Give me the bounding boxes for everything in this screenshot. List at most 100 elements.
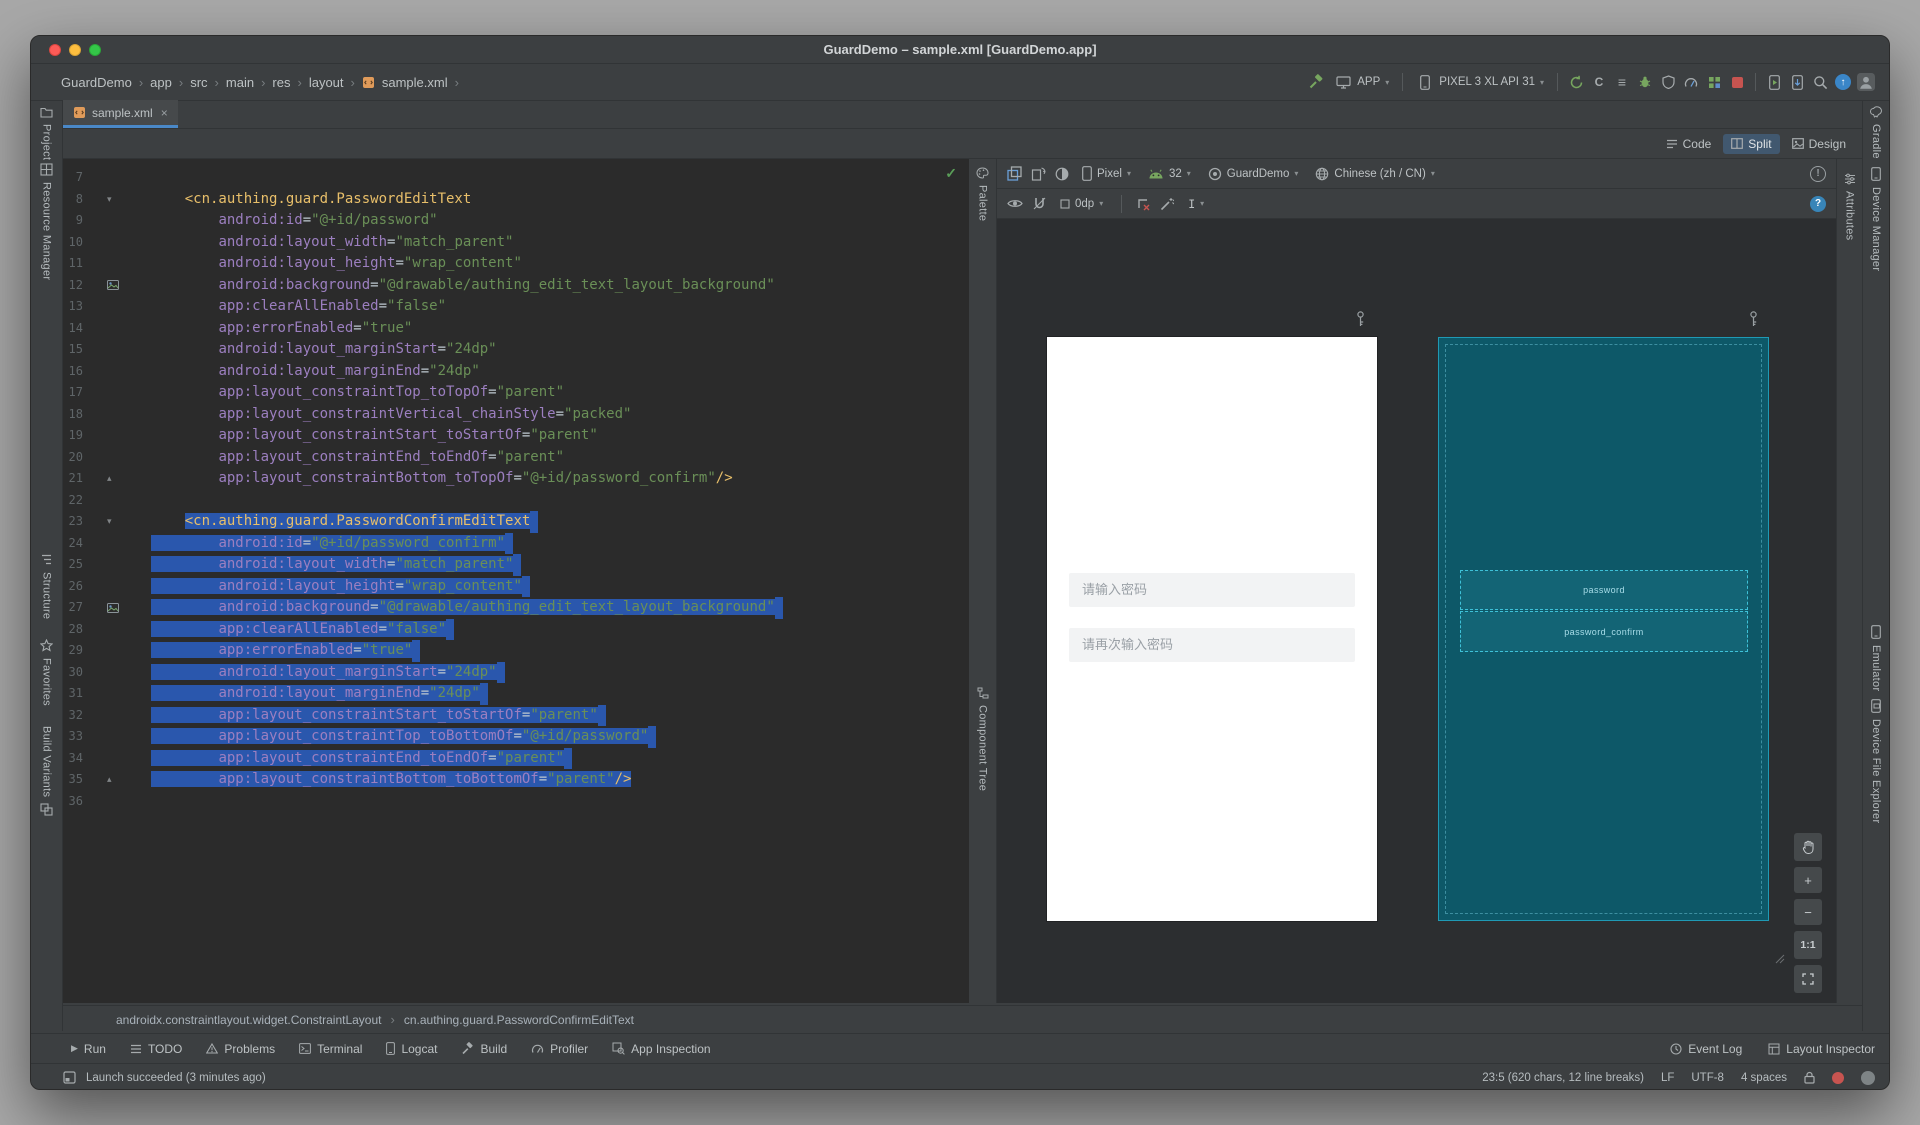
- line-separator[interactable]: LF: [1661, 1072, 1674, 1084]
- search-icon[interactable]: [1811, 71, 1829, 93]
- code-line[interactable]: 8 ▾ <cn.authing.guard.PasswordEditText: [63, 189, 969, 211]
- night-mode-icon[interactable]: [1055, 167, 1069, 181]
- code-line[interactable]: 10 android:layout_width="match_parent": [63, 232, 969, 254]
- code-line[interactable]: 35 ▴ app:layout_constraintBottom_toBottom…: [63, 769, 969, 791]
- close-tab-icon[interactable]: ×: [161, 106, 168, 120]
- tool-button-emulator[interactable]: Emulator: [1863, 625, 1889, 691]
- code-line[interactable]: 26 android:layout_height="wrap_content": [63, 575, 969, 597]
- code-line[interactable]: 27 android:background="@drawable/authing…: [63, 597, 969, 619]
- code-line[interactable]: 29 app:errorEnabled="true": [63, 640, 969, 662]
- text-tool-select[interactable]: I ▾: [1184, 195, 1208, 213]
- pan-hand-icon[interactable]: [1794, 833, 1822, 861]
- target-device-select[interactable]: PIXEL 3 XL API 31 ▾: [1412, 69, 1548, 95]
- bug-icon[interactable]: [1636, 71, 1654, 93]
- lock-icon[interactable]: [1804, 1071, 1815, 1084]
- attach-debugger-icon[interactable]: C: [1590, 71, 1608, 93]
- tool-button-layout-inspector[interactable]: Layout Inspector: [1768, 1042, 1875, 1056]
- running-devices-icon[interactable]: [1765, 71, 1783, 93]
- code-line[interactable]: 12 android:background="@drawable/authing…: [63, 275, 969, 297]
- toolwindow-toggle-icon[interactable]: [63, 1071, 76, 1084]
- code-line[interactable]: 30 android:layout_marginStart="24dp": [63, 661, 969, 683]
- xml-breadcrumb-item[interactable]: androidx.constraintlayout.widget.Constra…: [116, 1013, 382, 1027]
- tool-button-gradle[interactable]: Gradle: [1863, 106, 1889, 159]
- tool-button-resource-manager[interactable]: Resource Manager: [31, 163, 62, 280]
- profile-status-icon[interactable]: [1861, 1070, 1875, 1085]
- profiler-gauge-icon[interactable]: [1682, 71, 1700, 93]
- zoom-out-button[interactable]: −: [1794, 899, 1822, 925]
- code-line[interactable]: 15 android:layout_marginStart="24dp": [63, 339, 969, 361]
- code-line[interactable]: 33 app:layout_constraintTop_toBottomOf="…: [63, 726, 969, 748]
- code-line[interactable]: 31 android:layout_marginEnd="24dp": [63, 683, 969, 705]
- code-line[interactable]: 25 android:layout_width="match_parent": [63, 554, 969, 576]
- issue-badge-icon[interactable]: !: [1810, 165, 1826, 182]
- file-encoding[interactable]: UTF-8: [1691, 1072, 1724, 1084]
- tool-button-favorites[interactable]: Favorites: [31, 639, 62, 706]
- profile-lines-icon[interactable]: ≡: [1613, 71, 1631, 93]
- tool-button-device-file-explorer[interactable]: Device File Explorer: [1863, 699, 1889, 823]
- locale-select[interactable]: Chinese (zh / CN) ▾: [1311, 165, 1438, 183]
- resize-corner-icon[interactable]: [1775, 954, 1785, 964]
- caret-position[interactable]: 23:5 (620 chars, 12 line breaks): [1482, 1072, 1644, 1084]
- tool-button-problems[interactable]: Problems: [206, 1042, 275, 1056]
- tool-button-palette[interactable]: Palette: [969, 167, 996, 221]
- password-field-preview[interactable]: 请输入密码: [1069, 573, 1355, 607]
- orientation-icon[interactable]: [1031, 166, 1046, 181]
- apply-changes-icon[interactable]: [1705, 71, 1723, 93]
- blueprint-password-view[interactable]: password: [1460, 570, 1748, 610]
- fold-open-icon[interactable]: ▾: [91, 511, 151, 533]
- code-line[interactable]: 21 ▴ app:layout_constraintBottom_toTopOf=…: [63, 468, 969, 490]
- tab-sample-xml[interactable]: sample.xml ×: [63, 100, 178, 128]
- mode-split-button[interactable]: Split: [1723, 133, 1780, 154]
- infer-constraints-wand-icon[interactable]: [1160, 197, 1175, 211]
- breadcrumb-item[interactable]: src: [190, 75, 207, 90]
- update-up-arrow-icon[interactable]: ↑: [1834, 71, 1852, 93]
- code-line[interactable]: 34 app:layout_constraintEnd_toEndOf="par…: [63, 747, 969, 769]
- fullscreen-window-button[interactable]: [89, 44, 101, 56]
- minimize-window-button[interactable]: [69, 44, 81, 56]
- tool-button-run[interactable]: ▶ Run: [71, 1042, 106, 1056]
- clear-constraints-icon[interactable]: [1136, 197, 1150, 211]
- tool-button-todo[interactable]: TODO: [130, 1042, 182, 1056]
- magnet-off-icon[interactable]: [1033, 197, 1046, 210]
- fold-open-icon[interactable]: ▾: [91, 189, 151, 211]
- run-configuration-select[interactable]: APP ▾: [1330, 69, 1393, 95]
- fold-end-icon[interactable]: ▴: [91, 769, 151, 791]
- tool-button-build[interactable]: Build: [461, 1042, 507, 1056]
- code-line[interactable]: 24 android:id="@+id/password_confirm": [63, 532, 969, 554]
- tool-button-structure[interactable]: Structure: [31, 553, 62, 619]
- code-line[interactable]: 17 app:layout_constraintTop_toTopOf="par…: [63, 382, 969, 404]
- help-badge-icon[interactable]: ?: [1810, 195, 1826, 212]
- tool-button-terminal[interactable]: Terminal: [299, 1042, 362, 1056]
- blueprint-screen[interactable]: password password_confirm: [1438, 337, 1769, 921]
- code-line[interactable]: 32 app:layout_constraintStart_toStartOf=…: [63, 704, 969, 726]
- code-line[interactable]: 36: [63, 791, 969, 813]
- build-hammer-icon[interactable]: [1307, 71, 1325, 93]
- breadcrumb-item[interactable]: app: [150, 75, 172, 90]
- code-line[interactable]: 28 app:clearAllEnabled="false": [63, 618, 969, 640]
- password-confirm-field-preview[interactable]: 请再次输入密码: [1069, 628, 1355, 662]
- breadcrumb-item[interactable]: GuardDemo: [61, 75, 132, 90]
- tool-button-logcat[interactable]: Logcat: [386, 1042, 437, 1056]
- zoom-in-button[interactable]: +: [1794, 867, 1822, 893]
- code-line[interactable]: 14 app:errorEnabled="true": [63, 318, 969, 340]
- mode-code-button[interactable]: Code: [1658, 134, 1720, 154]
- code-line[interactable]: 23 ▾ <cn.authing.guard.PasswordConfirmEdi…: [63, 511, 969, 533]
- indent-setting[interactable]: 4 spaces: [1741, 1072, 1787, 1084]
- tool-button-build-variants[interactable]: Build Variants: [31, 726, 62, 816]
- device-manager-icon[interactable]: [1788, 71, 1806, 93]
- code-line[interactable]: 16 android:layout_marginEnd="24dp": [63, 361, 969, 383]
- design-surface-layers-icon[interactable]: [1007, 166, 1022, 181]
- code-line[interactable]: 20 app:layout_constraintEnd_toEndOf="par…: [63, 447, 969, 469]
- api-level-select[interactable]: 32 ▾: [1144, 166, 1195, 182]
- code-line[interactable]: 13 app:clearAllEnabled="false": [63, 296, 969, 318]
- titlebar[interactable]: GuardDemo – sample.xml [GuardDemo.app]: [31, 36, 1889, 64]
- code-line[interactable]: 9 android:id="@+id/password": [63, 210, 969, 232]
- design-preview-screen[interactable]: 请输入密码 请再次输入密码: [1047, 337, 1377, 921]
- device-select[interactable]: Pixel ▾: [1078, 164, 1135, 183]
- tool-button-project[interactable]: Project: [31, 107, 62, 160]
- fold-end-icon[interactable]: ▴: [91, 468, 151, 490]
- design-canvas[interactable]: 请输入密码 请再次输入密码 password password_confirm …: [997, 219, 1836, 1003]
- close-window-button[interactable]: [49, 44, 61, 56]
- tool-button-component-tree[interactable]: Component Tree: [969, 687, 996, 791]
- breadcrumb-item[interactable]: main: [226, 75, 254, 90]
